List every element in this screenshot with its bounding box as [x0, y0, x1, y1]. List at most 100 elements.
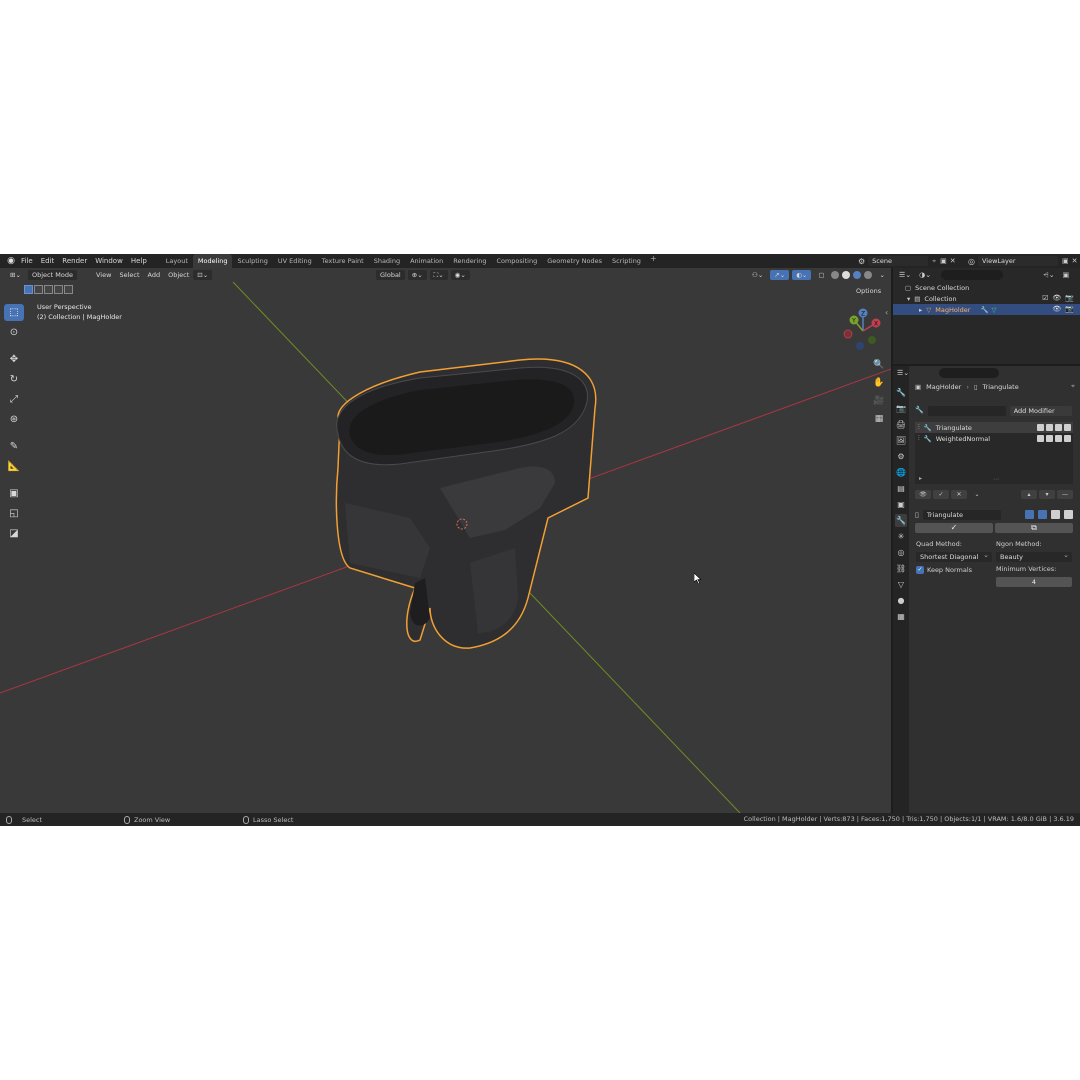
shading-options-icon[interactable]: ⌄	[875, 270, 888, 280]
monitor-icon[interactable]	[1046, 424, 1053, 431]
zoom-icon[interactable]: 🔍	[872, 358, 886, 372]
editor-type-icon[interactable]: ⊞⌄	[6, 270, 25, 280]
menu-edit[interactable]: Edit	[37, 254, 59, 268]
expand-list-icon[interactable]: ▸	[919, 475, 922, 482]
outliner-row-collection[interactable]: ▾ ▤ Collection ☑ 👁 📷	[893, 293, 1080, 304]
display-mode-icon[interactable]: ◑⌄	[919, 271, 931, 279]
tab-rendering[interactable]: Rendering	[448, 254, 491, 268]
delete-scene-icon[interactable]: ✕	[950, 257, 956, 265]
grid-view-icon[interactable]: ▦	[872, 412, 886, 426]
new-scene-icon[interactable]: ▣	[940, 257, 947, 265]
eye-icon[interactable]: 👁	[1052, 294, 1061, 302]
orientation-dropdown[interactable]: Global	[376, 270, 405, 280]
tab-modeling[interactable]: Modeling	[192, 254, 233, 268]
on-cage-icon[interactable]	[1064, 510, 1073, 519]
menu-add[interactable]: Add	[144, 270, 165, 280]
material-tab-icon[interactable]: ●	[895, 594, 907, 607]
modifier-item-weightednormal[interactable]: ⫶ 🔧 WeightedNormal	[915, 433, 1073, 444]
exclude-checkbox-icon[interactable]: ☑	[1042, 294, 1048, 302]
annotate-tool-icon[interactable]: ✎	[4, 438, 24, 455]
view-layer-name-field[interactable]: ViewLayer	[977, 256, 1058, 266]
proportional-edit-icon[interactable]: ◉⌄	[450, 270, 470, 280]
options-dropdown[interactable]: Options	[852, 286, 885, 296]
menu-object[interactable]: Object	[164, 270, 193, 280]
add-cube-tool-icon[interactable]: ▣	[4, 485, 24, 502]
render-tab-icon[interactable]: 📷	[895, 402, 907, 415]
tab-animation[interactable]: Animation	[405, 254, 448, 268]
texture-tab-icon[interactable]: ▦	[895, 610, 907, 623]
camera-icon[interactable]: 📷	[1065, 305, 1074, 313]
menu-window[interactable]: Window	[91, 254, 127, 268]
select-extend-icon[interactable]	[34, 285, 43, 294]
add-modifier-button[interactable]: Add Modifier	[1009, 406, 1072, 416]
drag-handle-icon[interactable]: ⫶	[918, 434, 920, 443]
snap-icon[interactable]: ⛶⌄	[429, 270, 448, 280]
select-subtract-icon[interactable]	[44, 285, 53, 294]
tab-texture-paint[interactable]: Texture Paint	[317, 254, 369, 268]
menu-select[interactable]: Select	[115, 270, 143, 280]
monitor-icon[interactable]	[1038, 510, 1047, 519]
scene-selector[interactable]: ⚙ Scene ⌖ ▣ ✕	[858, 256, 958, 266]
overlay-icon[interactable]: ◐⌄	[792, 270, 812, 280]
new-view-layer-icon[interactable]: ▣	[1062, 257, 1069, 265]
shear-tool-icon[interactable]: ◱	[4, 505, 24, 522]
view-layer-tab-icon[interactable]: 🖼	[895, 434, 907, 447]
camera-icon[interactable]: 📷	[1065, 294, 1074, 302]
transform-tool-icon[interactable]: ⊛	[4, 411, 24, 428]
tab-uv-editing[interactable]: UV Editing	[273, 254, 317, 268]
outliner-search-input[interactable]	[941, 270, 1004, 280]
tab-compositing[interactable]: Compositing	[491, 254, 542, 268]
outliner-editor-icon[interactable]: ☰⌄	[899, 271, 911, 279]
camera-icon[interactable]	[1025, 510, 1034, 519]
solid-shading-icon[interactable]	[842, 271, 851, 279]
copy-button[interactable]: ⧉	[995, 523, 1073, 533]
collapse-sidebar-icon[interactable]: ‹	[885, 308, 888, 317]
dropdown-icon[interactable]: ⌄	[969, 490, 985, 499]
select-box-tool-icon[interactable]: ⬚	[4, 304, 24, 321]
menu-render[interactable]: Render	[58, 254, 91, 268]
object-tab-icon[interactable]: ▣	[895, 498, 907, 511]
wireframe-shading-icon[interactable]	[831, 271, 840, 279]
tool-tab-icon[interactable]: 🔧	[895, 386, 907, 399]
expand-icon[interactable]: ▸	[919, 306, 922, 314]
ngon-method-dropdown[interactable]: Beauty	[996, 550, 1072, 562]
rendered-shading-icon[interactable]	[864, 271, 873, 279]
tab-shading[interactable]: Shading	[369, 254, 405, 268]
properties-editor-icon[interactable]: ☰⌄	[897, 369, 909, 377]
rotate-tool-icon[interactable]: ↻	[4, 371, 24, 388]
xray-icon[interactable]: ▢	[814, 270, 828, 280]
move-down-icon[interactable]: ▾	[1039, 490, 1055, 499]
material-shading-icon[interactable]	[853, 271, 862, 279]
apply-check-button[interactable]: ✓	[915, 523, 993, 533]
on-cage-icon[interactable]	[1064, 435, 1071, 442]
min-vertices-field[interactable]: 4	[996, 577, 1072, 587]
output-tab-icon[interactable]: 🖨	[895, 418, 907, 431]
modifier-filter-input[interactable]	[927, 406, 1006, 416]
scene-tab-icon[interactable]: ⚙	[895, 450, 907, 463]
drag-handle-icon[interactable]: ⫶	[918, 423, 920, 432]
show-icon[interactable]: 👁	[915, 490, 931, 499]
magholder-object[interactable]	[335, 358, 597, 649]
camera-icon[interactable]	[1037, 424, 1044, 431]
modifier-tab-icon[interactable]: 🔧	[895, 514, 907, 527]
edit-mode-icon[interactable]	[1055, 424, 1062, 431]
physics-tab-icon[interactable]: ◎	[895, 546, 907, 559]
select-invert-icon[interactable]	[54, 285, 63, 294]
select-intersect-icon[interactable]	[64, 285, 73, 294]
edit-mode-icon[interactable]	[1051, 510, 1060, 519]
gizmo-icon[interactable]: ↗⌄	[770, 270, 790, 280]
camera-view-icon[interactable]: 🎥	[872, 394, 886, 408]
mode-selector[interactable]: Object Mode	[28, 270, 77, 280]
view-layer-selector[interactable]: ◎ ViewLayer ▣ ✕	[968, 256, 1078, 266]
measure-tool-icon[interactable]: 📐	[4, 458, 24, 475]
pin-icon[interactable]: ⌖	[932, 257, 936, 266]
visibility-icon[interactable]: ⚇⌄	[748, 270, 767, 280]
expand-icon[interactable]: ▾	[907, 295, 910, 303]
remove-icon[interactable]: ✕	[951, 490, 967, 499]
collection-tab-icon[interactable]: ▤	[895, 482, 907, 495]
tab-layout[interactable]: Layout	[161, 254, 193, 268]
resize-handle-icon[interactable]: ⋯	[993, 476, 999, 483]
move-tool-icon[interactable]: ✥	[4, 351, 24, 368]
edit-mode-icon[interactable]	[1055, 435, 1062, 442]
tab-geometry-nodes[interactable]: Geometry Nodes	[542, 254, 607, 268]
